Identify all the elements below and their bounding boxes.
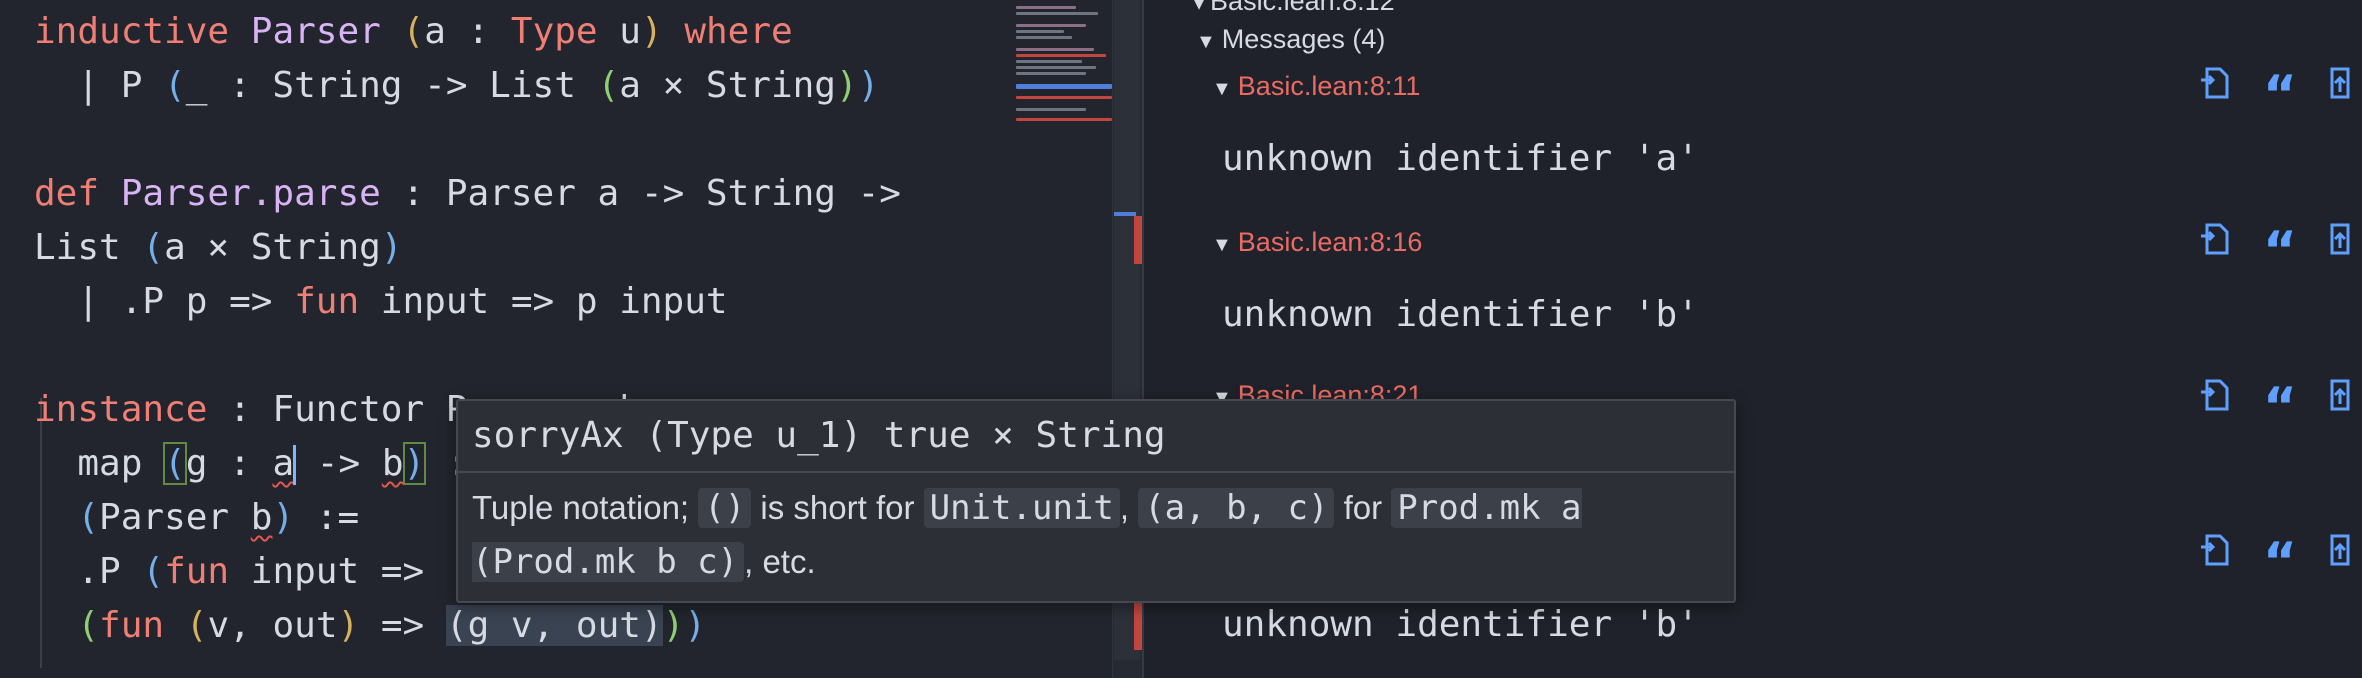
message-text: unknown identifier 'b'	[1222, 294, 1699, 335]
quote-icon[interactable]: “	[2262, 66, 2298, 124]
code-token: where	[684, 11, 793, 52]
code-token: | .P p =>	[34, 281, 295, 322]
code-line[interactable]: (Parser b) :=	[34, 491, 359, 545]
message-location-header[interactable]: ▼ Basic.lean:8:11	[1212, 71, 1420, 102]
code-line[interactable]: | P (_ : String -> List (a × String))	[34, 59, 879, 113]
hover-separator	[458, 471, 1734, 473]
code-token: )	[402, 442, 427, 485]
code-token: b	[381, 443, 404, 484]
code-line[interactable]: def Parser.parse : Parser a -> String ->	[34, 167, 901, 221]
pin-icon[interactable]	[2324, 378, 2360, 414]
code-line[interactable]: inductive Parser (a : Type u) where	[34, 5, 793, 59]
code-line[interactable]: | .P p => fun input => p input	[34, 275, 728, 329]
code-token: (g v, out)	[445, 605, 663, 646]
code-token: inductive	[34, 11, 230, 52]
code-token: instance	[34, 389, 208, 430]
code-token: (	[77, 497, 100, 538]
code-token: a	[272, 443, 295, 484]
code-token: )	[835, 65, 858, 106]
code-token: )	[640, 11, 663, 52]
messages-header[interactable]: ▼ Messages (4)	[1196, 24, 1385, 55]
code-token: Parser.parse	[120, 173, 381, 214]
goto-file-icon[interactable]	[2200, 533, 2236, 569]
code-token: : Parser a -> String ->	[380, 173, 901, 214]
code-token: (	[402, 11, 425, 52]
code-token: (	[163, 442, 187, 485]
triangle-down-icon: ▾	[1194, 0, 1205, 15]
code-token: def	[34, 173, 100, 214]
code-token: )	[857, 65, 880, 106]
code-token: fun	[294, 281, 360, 322]
code-token: (	[142, 227, 165, 268]
code-token: input =>	[229, 551, 446, 592]
code-token: (	[597, 65, 620, 106]
code-token: ->	[295, 443, 382, 484]
pin-icon[interactable]	[2324, 533, 2360, 569]
hover-type-signature: sorryAx (Type u_1) true × String	[472, 415, 1166, 456]
code-line[interactable]: .P (fun input =>	[34, 545, 446, 599]
hover-documentation: Tuple notation; () is short for Unit.uni…	[472, 488, 1582, 582]
code-token: fun	[99, 605, 165, 646]
code-token: )	[662, 605, 685, 646]
code-token: | P	[34, 65, 165, 106]
infoview-position-label[interactable]: ▾ Basic.lean:8:12	[1194, 0, 1395, 17]
code-token: (	[142, 551, 165, 592]
triangle-down-icon: ▼	[1212, 234, 1232, 256]
code-line[interactable]: (fun (v, out) => (g v, out)))	[34, 599, 706, 653]
code-token: )	[684, 605, 707, 646]
code-token: Parser	[250, 11, 381, 52]
code-token: (	[164, 65, 186, 106]
triangle-down-icon: ▼	[1196, 31, 1216, 53]
code-token: fun	[164, 551, 230, 592]
code-token: :=	[294, 497, 360, 538]
code-token: a :	[424, 11, 511, 52]
code-token: input => p input	[359, 281, 728, 322]
code-token: (	[185, 605, 208, 646]
code-token: )	[337, 605, 360, 646]
code-token: .P	[34, 551, 143, 592]
code-token: a × String	[619, 65, 836, 106]
code-token: map	[34, 443, 165, 484]
code-token: a × String	[164, 227, 381, 268]
quote-icon[interactable]: “	[2262, 222, 2298, 280]
message-text: unknown identifier 'a'	[1222, 138, 1699, 179]
quote-icon[interactable]: “	[2262, 378, 2298, 436]
code-token: Type	[510, 11, 598, 52]
code-token: )	[380, 227, 403, 268]
code-token: u	[597, 11, 641, 52]
goto-file-icon[interactable]	[2200, 378, 2236, 414]
code-token: (	[77, 605, 100, 646]
message-location-header[interactable]: ▼ Basic.lean:8:16	[1212, 227, 1422, 258]
code-token: v, out	[207, 605, 338, 646]
quote-icon[interactable]: “	[2262, 533, 2298, 591]
code-token: List	[34, 227, 143, 268]
triangle-down-icon: ▼	[1212, 78, 1232, 100]
code-token: _ : String -> List	[185, 65, 598, 106]
pin-icon[interactable]	[2324, 66, 2360, 102]
code-token: Parser	[99, 497, 251, 538]
code-token: g :	[185, 443, 273, 484]
hover-tooltip: sorryAx (Type u_1) true × String Tuple n…	[456, 399, 1736, 603]
goto-file-icon[interactable]	[2200, 222, 2236, 258]
goto-file-icon[interactable]	[2200, 66, 2236, 102]
code-token: =>	[359, 605, 446, 646]
code-line[interactable]: List (a × String)	[34, 221, 403, 275]
scrollbar-error-marker	[1134, 216, 1142, 264]
scrollbar-cursor-marker	[1114, 212, 1136, 216]
scrollbar-error-marker	[1134, 600, 1142, 650]
minimap[interactable]	[1014, 0, 1112, 130]
code-token: )	[272, 497, 295, 538]
code-token: b	[250, 497, 273, 538]
message-text: unknown identifier 'b'	[1222, 604, 1699, 645]
pin-icon[interactable]	[2324, 222, 2360, 258]
